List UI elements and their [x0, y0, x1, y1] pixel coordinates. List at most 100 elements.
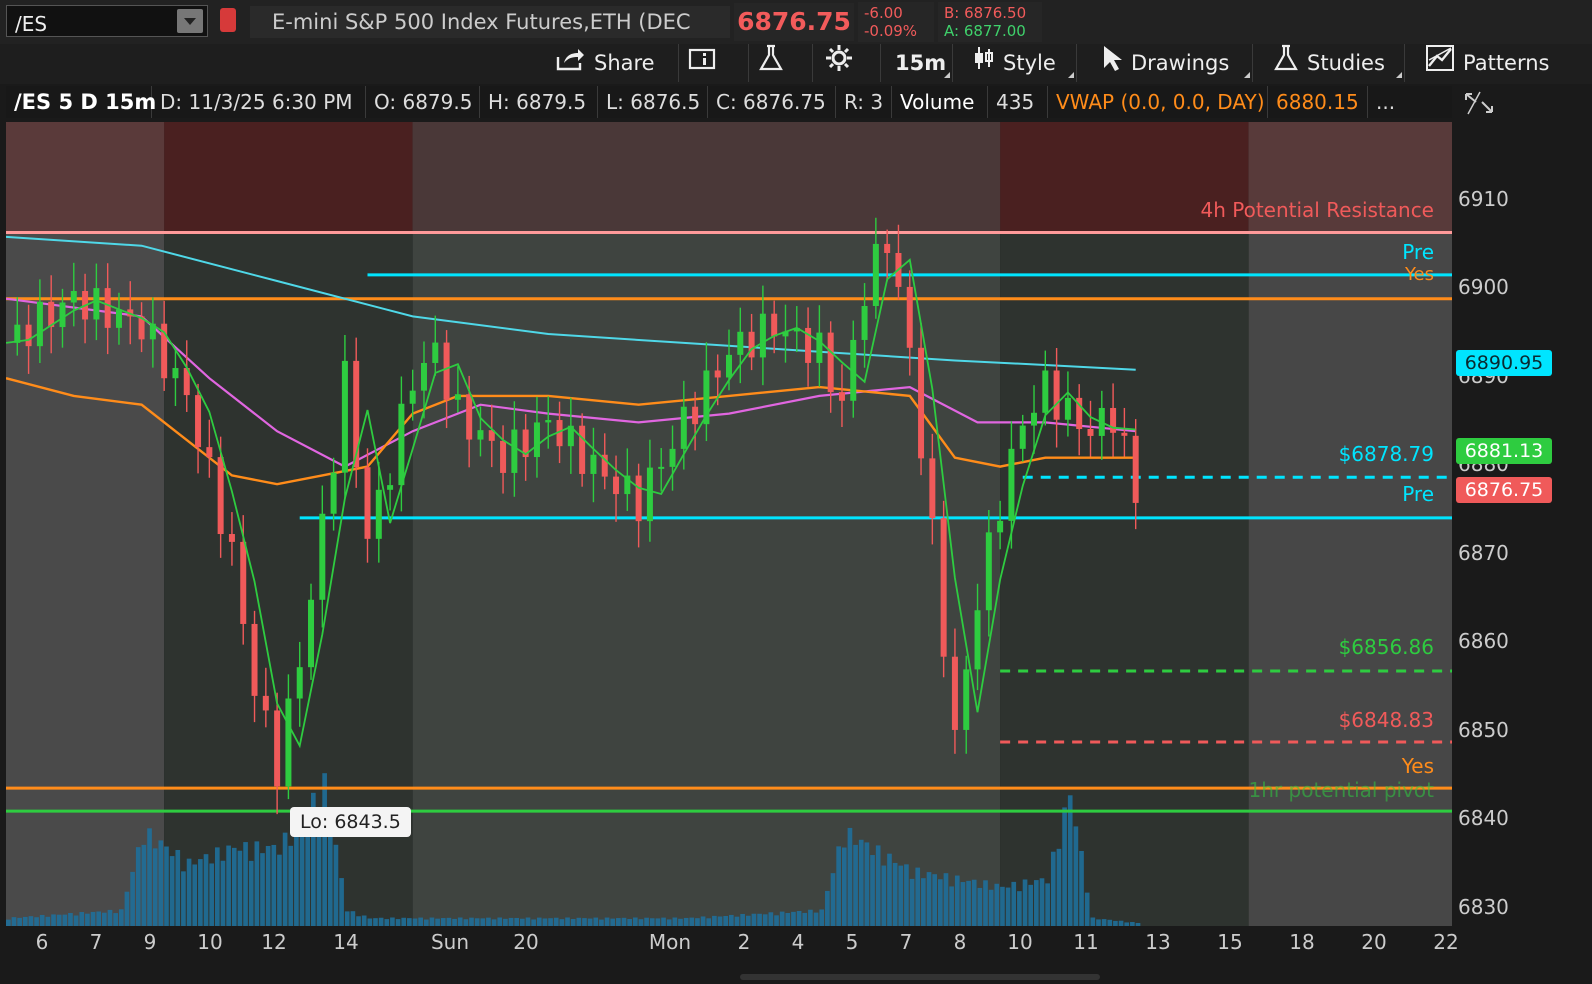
candle-body [1087, 429, 1094, 436]
volume-bar [937, 879, 943, 926]
volume-bar [887, 853, 892, 926]
time-axis[interactable]: 6 7 9 10 12 14 Sun 20 Mon 2 4 5 7 8 10 1… [0, 926, 1592, 984]
flask-icon [1273, 44, 1299, 84]
volume-bar [384, 919, 390, 926]
volume-bar [248, 860, 254, 926]
volume-bar [587, 918, 593, 926]
volume-bar [322, 773, 327, 926]
volume-bar [1022, 879, 1028, 926]
volume-bar [28, 916, 34, 926]
candle-body [816, 332, 823, 363]
flask-button[interactable] [748, 44, 812, 82]
candle-body [1132, 435, 1139, 503]
volume-bar [779, 911, 785, 926]
volume-bar [700, 916, 706, 926]
volume-bar [209, 863, 214, 926]
volume-bar [181, 871, 186, 926]
volume-bar [740, 913, 745, 926]
volume-bar [203, 854, 209, 926]
candle-body [104, 288, 111, 328]
horizontal-scrollbar[interactable] [740, 974, 1100, 980]
net-change: -6.00 [864, 4, 903, 22]
candle-body [997, 520, 1004, 533]
volume-value: 435 [988, 86, 1048, 118]
volume-bar [774, 915, 779, 926]
volume-bar [418, 917, 423, 926]
x-tick: 7 [89, 930, 103, 954]
share-button[interactable]: Share [548, 44, 678, 82]
candle-body [1121, 432, 1128, 436]
volume-bar [45, 916, 51, 926]
volume-bar [649, 918, 655, 926]
snapshot-button[interactable] [678, 44, 748, 82]
green-price-tag: 6881.13 [1456, 438, 1552, 464]
candle-body [771, 313, 778, 337]
zoom-reset-icon[interactable] [1462, 88, 1496, 116]
volume-bar [339, 878, 344, 926]
dropdown-corner-icon [1244, 72, 1250, 78]
volume-bar [559, 919, 565, 926]
x-tick: 13 [1145, 930, 1171, 954]
volume-bar [361, 915, 367, 926]
volume-bar [813, 912, 819, 926]
interval-selector[interactable]: 15m [880, 44, 952, 82]
volume-bar [503, 918, 508, 926]
candle-body [613, 476, 620, 495]
volume-bar [921, 878, 926, 926]
pre-bottom-label: Pre [1402, 482, 1434, 506]
volume-bar [706, 918, 712, 926]
pivot-label: 1hr potential pivot [1248, 778, 1434, 802]
bar-open: O: 6879.5 [366, 86, 480, 118]
candle-body [635, 475, 642, 522]
alert-icon[interactable] [220, 8, 236, 32]
candle-body [115, 309, 122, 328]
candle-body [1110, 407, 1117, 433]
volume-bar [1067, 795, 1073, 926]
volume-bar [446, 917, 452, 926]
price-chart[interactable]: 4h Potential Resistance Pre Yes $6878.79… [6, 122, 1452, 926]
candle-body [929, 458, 936, 519]
symbol-selector[interactable]: /ES [6, 5, 208, 37]
volume-bar [51, 914, 56, 926]
candle-body [285, 698, 292, 787]
session-band [412, 122, 1001, 926]
volume-bar [689, 917, 695, 926]
volume-bar [960, 882, 966, 926]
x-tick: 12 [261, 930, 287, 954]
session-band [1000, 122, 1249, 926]
volume-bar [141, 844, 147, 926]
candle-body [658, 466, 665, 469]
candle-body [737, 331, 744, 355]
candle-body [1008, 448, 1015, 521]
share-icon [556, 45, 586, 83]
volume-bar [214, 847, 220, 926]
volume-bar [169, 856, 175, 926]
studies-button[interactable]: Studies [1252, 44, 1404, 82]
drawings-button[interactable]: Drawings [1076, 44, 1252, 82]
chevron-down-icon[interactable] [177, 9, 203, 33]
volume-bar [135, 847, 141, 926]
volume-bar [288, 845, 294, 926]
volume-label: Volume [892, 86, 988, 118]
style-button[interactable]: Style [952, 44, 1076, 82]
chart-canvas[interactable] [6, 122, 1452, 926]
dropdown-corner-icon [1396, 72, 1402, 78]
candle-body [974, 610, 981, 670]
volume-bar [661, 917, 666, 926]
candle-body [940, 518, 947, 657]
session-band [164, 122, 413, 926]
volume-bar [474, 918, 480, 926]
settings-button[interactable] [812, 44, 880, 82]
patterns-button[interactable]: Patterns [1404, 44, 1592, 82]
candle-body [759, 313, 766, 358]
volume-bar [1000, 886, 1005, 926]
volume-bar [469, 917, 474, 926]
volume-bar [864, 842, 870, 926]
more-button[interactable]: ... [1368, 86, 1408, 118]
candle-body [714, 370, 721, 378]
price-axis[interactable]: 6910 6900 6890 6880 6870 6860 6850 6840 … [1452, 122, 1592, 926]
volume-bar [243, 842, 248, 926]
volume-bar [192, 864, 198, 926]
candle-body [985, 532, 992, 611]
volume-bar [1101, 919, 1107, 926]
